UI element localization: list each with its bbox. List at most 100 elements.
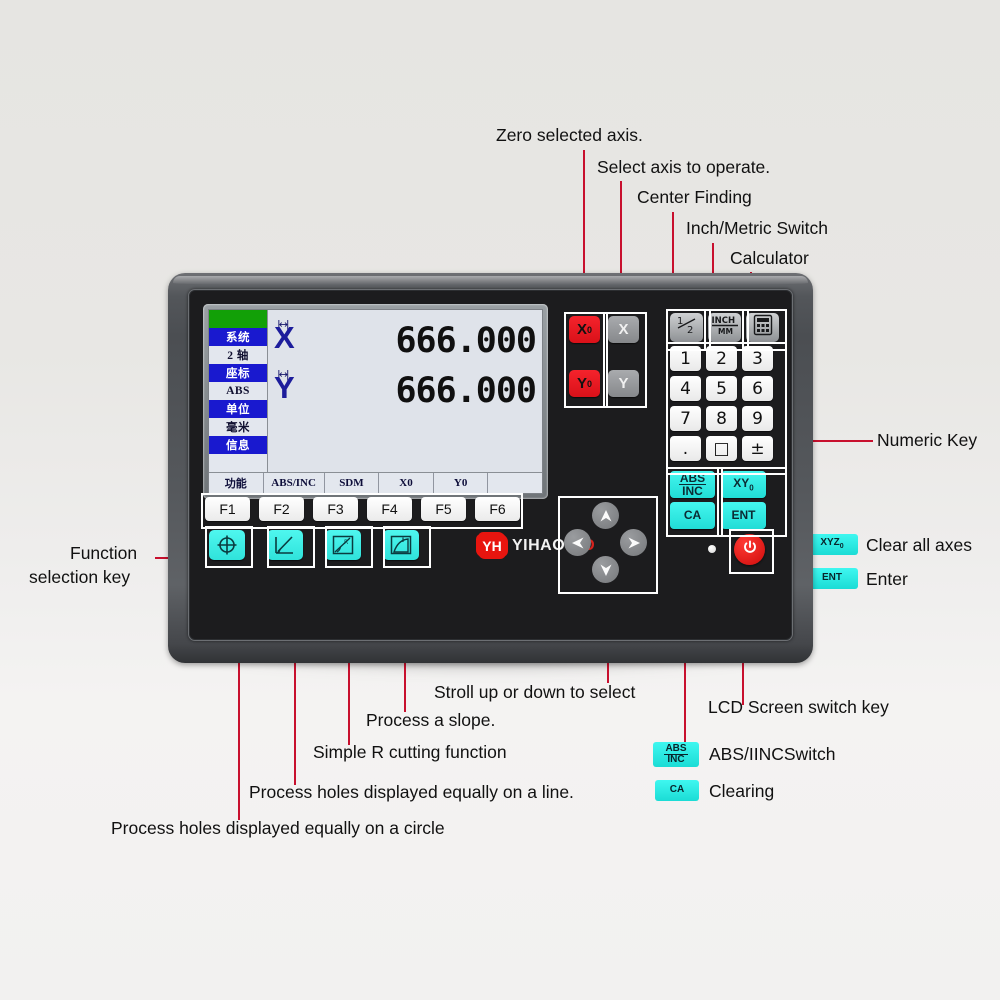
bolt-circle-key[interactable] xyxy=(209,530,245,560)
function-key-row: F1 F2 F3 F4 F5 F6 xyxy=(205,497,520,521)
lcd-axis-x-value: 666.000 xyxy=(395,320,537,361)
annotation-stroll: Stroll up or down to select xyxy=(434,682,636,702)
annotation-function-selection-2: selection key xyxy=(29,567,131,587)
svg-text:R: R xyxy=(344,539,348,546)
numeric-keypad: 1 2 3 4 5 6 7 8 9 . □ ± xyxy=(670,346,773,461)
half-fraction-icon: 12 xyxy=(674,314,700,341)
decimal-point-key[interactable]: . xyxy=(670,436,701,461)
annotation-holes-line: Process holes displayed equally on a lin… xyxy=(249,782,574,802)
annotation-enter: Enter xyxy=(866,569,908,589)
legend-chip-ca: CA xyxy=(655,780,699,801)
annotation-zero-axis: Zero selected axis. xyxy=(496,125,643,145)
numeric-key-8[interactable]: 8 xyxy=(706,406,737,431)
lcd-main-area: 系统 2 轴 座标 ABS 单位 毫米 信息 |↔| X 666.000 |↔|… xyxy=(209,310,542,472)
annotation-simple-r: Simple R cutting function xyxy=(313,742,507,762)
ent-key[interactable]: ENT xyxy=(721,502,766,529)
abs-inc-key[interactable]: ABS INC xyxy=(670,471,715,498)
ca-key[interactable]: CA xyxy=(670,502,715,529)
inch-mm-key[interactable]: INCH MM xyxy=(708,313,741,342)
lcd-readout-area: |↔| X 666.000 |↔| Y 666.000 xyxy=(268,310,542,472)
logo-word-yihao: YIHAO xyxy=(512,536,566,554)
inc-label: INC xyxy=(682,484,703,498)
chevron-down-icon xyxy=(598,562,614,578)
lcd-status-cell: 毫米 xyxy=(209,418,267,436)
plus-minus-key[interactable]: ± xyxy=(742,436,773,461)
legend-chip-ca-label: CA xyxy=(669,784,685,796)
annotation-center-finding: Center Finding xyxy=(637,187,752,207)
square-key[interactable]: □ xyxy=(706,436,737,461)
lcd-axis-row-y: |↔| Y 666.000 xyxy=(268,366,538,416)
numeric-key-7[interactable]: 7 xyxy=(670,406,701,431)
lcd-axis-row-x: |↔| X 666.000 xyxy=(268,316,538,366)
machining-function-key-row: R xyxy=(209,530,419,560)
angle-slope-icon: R xyxy=(331,533,355,557)
chevron-up-icon xyxy=(598,508,614,524)
xy-zero-key[interactable]: XY0 xyxy=(721,471,766,498)
screenshot-canvas: Zero selected axis. Select axis to opera… xyxy=(0,0,1000,1000)
annotation-inch-metric: Inch/Metric Switch xyxy=(686,218,828,238)
lcd-status-cell: ABS xyxy=(209,382,267,400)
lcd-status-column: 系统 2 轴 座标 ABS 单位 毫米 信息 xyxy=(209,310,268,472)
numeric-key-5[interactable]: 5 xyxy=(706,376,737,401)
x-zero-key[interactable]: X0 xyxy=(569,316,600,343)
lcd-softkey[interactable]: SDM xyxy=(325,473,380,493)
arrow-left-key[interactable] xyxy=(564,529,591,556)
arrow-down-key[interactable] xyxy=(592,556,619,583)
device-bezel: 系统 2 轴 座标 ABS 单位 毫米 信息 |↔| X 666.000 |↔|… xyxy=(188,289,793,641)
numeric-key-9[interactable]: 9 xyxy=(742,406,773,431)
arrow-up-key[interactable] xyxy=(592,502,619,529)
logo-badge: YH xyxy=(477,533,507,558)
lcd-softkey[interactable]: 功能 xyxy=(209,473,264,493)
calculator-key[interactable] xyxy=(746,313,779,342)
r-cut-key[interactable] xyxy=(383,530,419,560)
function-key-f1[interactable]: F1 xyxy=(205,497,250,521)
lcd-softkey[interactable]: ABS/INC xyxy=(264,473,325,493)
numeric-key-2[interactable]: 2 xyxy=(706,346,737,371)
lcd-axis-x-letter: X xyxy=(274,320,295,355)
annotation-select-axis: Select axis to operate. xyxy=(597,157,771,177)
lcd-softkey-bar: 功能 ABS/INC SDM X0 Y0 xyxy=(209,472,542,493)
function-key-f6[interactable]: F6 xyxy=(475,497,520,521)
legend-chip-xyz-label: XYZ0 xyxy=(820,537,844,551)
legend-chip-xyz: XYZ0 xyxy=(806,534,858,555)
arrow-right-key[interactable] xyxy=(620,529,647,556)
line-hole-key[interactable] xyxy=(267,530,303,560)
numeric-key-3[interactable]: 3 xyxy=(742,346,773,371)
lcd-status-cell: 2 轴 xyxy=(209,346,267,364)
numeric-key-1[interactable]: 1 xyxy=(670,346,701,371)
svg-text:2: 2 xyxy=(687,325,693,336)
y-zero-key[interactable]: Y0 xyxy=(569,370,600,397)
svg-text:MM: MM xyxy=(718,327,733,336)
half-key[interactable]: 12 xyxy=(670,313,703,342)
function-key-f4[interactable]: F4 xyxy=(367,497,412,521)
lcd-softkey[interactable]: Y0 xyxy=(434,473,489,493)
ca-label: CA xyxy=(683,508,702,523)
angle-slope-key[interactable]: R xyxy=(325,530,361,560)
numeric-key-6[interactable]: 6 xyxy=(742,376,773,401)
legend-chip-inc: INC xyxy=(667,754,685,765)
y-select-key[interactable]: Y xyxy=(608,370,639,397)
line-hole-icon xyxy=(273,533,297,557)
x-select-key[interactable]: X xyxy=(608,316,639,343)
inch-mm-icon: INCH MM xyxy=(710,313,740,342)
function-key-f3[interactable]: F3 xyxy=(313,497,358,521)
function-key-f2[interactable]: F2 xyxy=(259,497,304,521)
lcd-softkey[interactable] xyxy=(488,473,542,493)
lcd-axis-y-value: 666.000 xyxy=(395,370,537,411)
power-button[interactable] xyxy=(734,534,765,565)
dro-device: 系统 2 轴 座标 ABS 单位 毫米 信息 |↔| X 666.000 |↔|… xyxy=(168,273,813,663)
lcd-softkey[interactable]: X0 xyxy=(379,473,434,493)
lcd-status-cell xyxy=(209,454,267,472)
lcd-axis-x-label: |↔| X xyxy=(268,316,310,366)
chevron-left-icon xyxy=(570,535,586,551)
function-key-f5[interactable]: F5 xyxy=(421,497,466,521)
xy-zero-label: XY0 xyxy=(733,475,754,493)
annotation-clearing: Clearing xyxy=(709,781,775,801)
calculator-icon xyxy=(753,314,773,341)
chevron-right-icon xyxy=(626,535,642,551)
status-led xyxy=(708,545,716,553)
numeric-key-4[interactable]: 4 xyxy=(670,376,701,401)
lcd-status-cell: 单位 xyxy=(209,400,267,418)
lcd-screen: 系统 2 轴 座标 ABS 单位 毫米 信息 |↔| X 666.000 |↔|… xyxy=(208,309,543,494)
r-cut-icon xyxy=(389,533,413,557)
